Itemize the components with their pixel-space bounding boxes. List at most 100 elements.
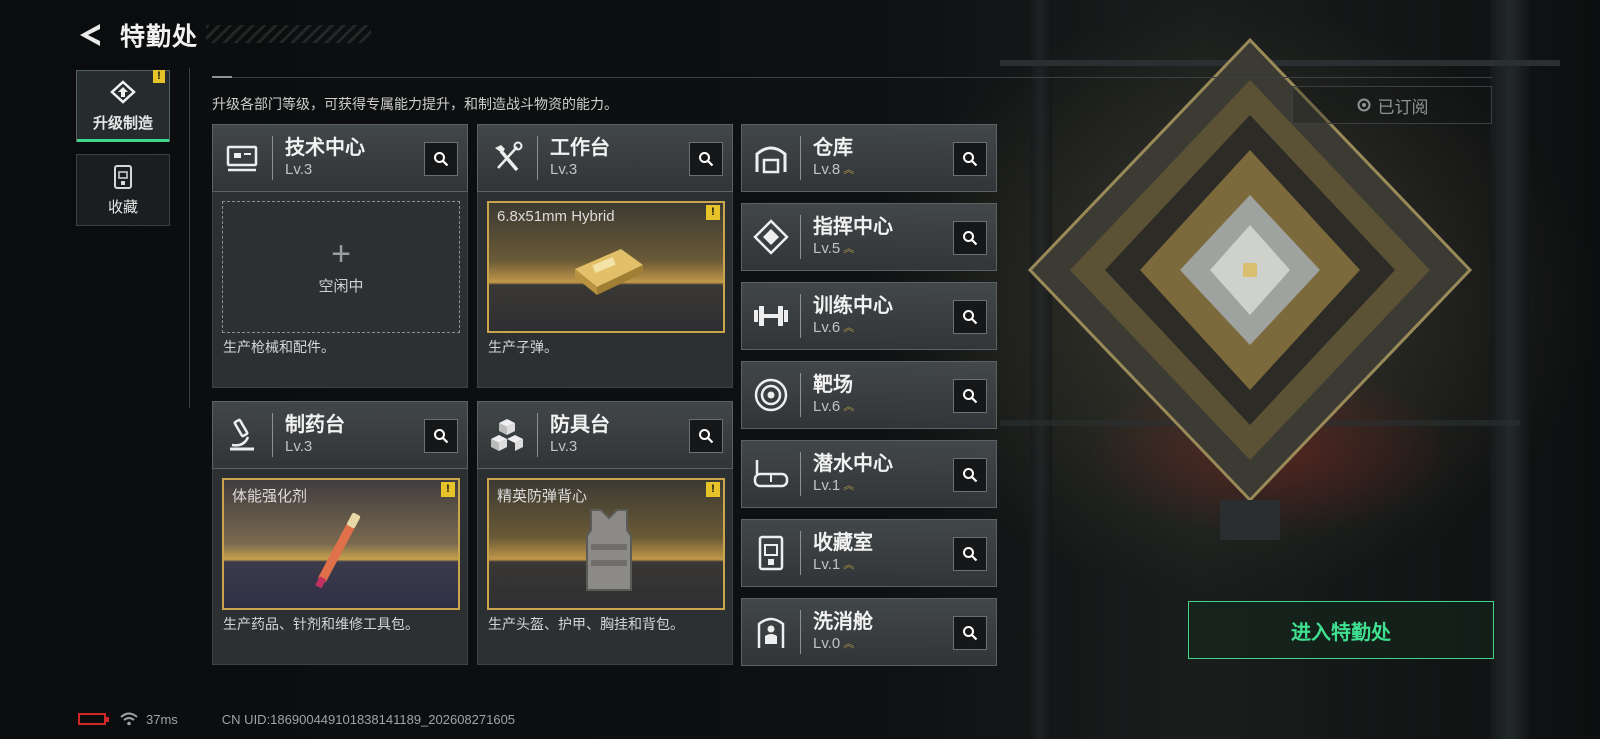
production-slot[interactable]: 6.8x51mm Hybrid ! xyxy=(487,201,725,333)
facility-name: 仓库 xyxy=(813,137,853,159)
command-icon xyxy=(753,219,789,255)
upgrade-icon xyxy=(110,79,136,104)
facility-name: 靶场 xyxy=(813,374,853,396)
facility-decon-chamber[interactable]: 洗消舱 Lv.0 ︽ xyxy=(741,598,997,666)
search-button[interactable] xyxy=(424,419,458,453)
facility-level: Lv.5 xyxy=(813,240,841,257)
search-icon xyxy=(963,547,978,562)
facility-level: Lv.6 xyxy=(813,319,841,336)
ping-value: 37ms xyxy=(146,711,178,727)
facility-name: 训练中心 xyxy=(813,295,893,317)
workshop-body: 6.8x51mm Hybrid ! 生产子弹。 xyxy=(477,192,733,388)
battery-icon xyxy=(78,713,109,725)
page-description: 升级各部门等级，可获得专属能力提升，和制造战斗物资的能力。 xyxy=(212,96,618,112)
alert-badge: ! xyxy=(706,205,720,220)
workshop-description: 生产枪械和配件。 xyxy=(223,339,335,355)
facility-collection-room[interactable]: 收藏室 Lv.1 ︽ xyxy=(741,519,997,587)
workshop-workbench: 工作台 Lv.3 6.8x51mm Hybrid ! 生产子弹。 xyxy=(477,124,733,388)
workshop-header[interactable]: 技术中心 Lv.3 xyxy=(212,124,468,192)
collection-icon xyxy=(758,535,784,571)
decon-icon xyxy=(757,617,785,648)
workshop-description: 生产子弹。 xyxy=(488,339,558,355)
workshop-pharmacy: 制药台 Lv.3 体能强化剂 ! 生产药品、针剂和维修工具包。 xyxy=(212,401,468,665)
facility-warehouse[interactable]: 仓库 Lv.8 ︽ xyxy=(741,124,997,192)
back-arrow-icon[interactable] xyxy=(78,22,104,48)
workshop-header[interactable]: 工作台 Lv.3 xyxy=(477,124,733,192)
tab-upgrade-craft[interactable]: 升级制造 ! xyxy=(76,70,170,142)
production-slot[interactable]: 精英防弹背心 ! xyxy=(487,478,725,610)
microscope-icon xyxy=(230,418,254,451)
facility-name: 洗消舱 xyxy=(813,611,873,633)
wifi-icon xyxy=(120,712,138,726)
warehouse-icon xyxy=(755,146,787,174)
workshop-level: Lv.3 xyxy=(550,438,578,455)
facility-name: 潜水中心 xyxy=(813,453,893,475)
tab-label: 升级制造 xyxy=(92,114,153,132)
idle-production-slot[interactable]: + 空闲中 xyxy=(222,201,460,333)
tab-label: 收藏 xyxy=(107,198,138,216)
facility-level: Lv.8 xyxy=(813,161,841,178)
search-button[interactable] xyxy=(953,616,987,650)
target-icon xyxy=(754,378,788,412)
facility-name: 指挥中心 xyxy=(813,216,893,238)
enter-special-ops-button[interactable]: 进入特勤处 xyxy=(1188,601,1494,659)
workshop-tech-center: 技术中心 Lv.3 + 空闲中 生产枪械和配件。 xyxy=(212,124,468,388)
product-name: 精英防弹背心 xyxy=(497,488,588,505)
diving-mask-icon xyxy=(753,460,789,488)
search-icon xyxy=(699,429,714,444)
facility-level: Lv.1 xyxy=(813,556,841,573)
workshop-level: Lv.3 xyxy=(285,438,313,455)
armor-vest-icon xyxy=(586,509,632,591)
search-icon xyxy=(963,468,978,483)
search-button[interactable] xyxy=(953,142,987,176)
facility-command-center[interactable]: 指挥中心 Lv.5 ︽ xyxy=(741,203,997,271)
settings-icon xyxy=(1357,98,1370,112)
title-decoration xyxy=(206,25,371,43)
workshop-header[interactable]: 防具台 Lv.3 xyxy=(477,401,733,469)
workshop-name: 技术中心 xyxy=(285,137,365,159)
search-button[interactable] xyxy=(689,142,723,176)
upgrade-arrow-icon: ︽ xyxy=(843,638,854,650)
search-button[interactable] xyxy=(953,221,987,255)
workshop-header[interactable]: 制药台 Lv.3 xyxy=(212,401,468,469)
workshop-name: 防具台 xyxy=(550,414,610,436)
ammo-box-icon xyxy=(575,249,643,295)
search-icon xyxy=(963,389,978,404)
status-bar: 37ms CN UID:1869004491018381​41189_20260… xyxy=(78,709,515,729)
search-button[interactable] xyxy=(953,300,987,334)
workshop-body: 精英防弹背心 ! 生产头盔、护甲、胸挂和背包。 xyxy=(477,469,733,665)
workshop-armor: 防具台 Lv.3 精英防弹背心 ! 生产头盔、护甲、胸挂和背包。 xyxy=(477,401,733,665)
search-icon xyxy=(434,152,449,167)
search-icon xyxy=(963,152,978,167)
production-slot[interactable]: 体能强化剂 ! xyxy=(222,478,460,610)
blocks-icon xyxy=(491,419,523,451)
monitor-icon xyxy=(226,145,258,172)
search-button[interactable] xyxy=(953,537,987,571)
search-button[interactable] xyxy=(953,458,987,492)
workshop-name: 制药台 xyxy=(285,414,345,436)
facility-name: 收藏室 xyxy=(813,532,873,554)
search-button[interactable] xyxy=(689,419,723,453)
workshop-description: 生产药品、针剂和维修工具包。 xyxy=(223,616,419,632)
upgrade-arrow-icon: ︽ xyxy=(843,559,854,571)
upgrade-arrow-icon: ︽ xyxy=(843,322,854,334)
upgrade-arrow-icon: ︽ xyxy=(843,480,854,492)
search-button[interactable] xyxy=(953,379,987,413)
plus-icon: + xyxy=(331,234,351,273)
facility-training-center[interactable]: 训练中心 Lv.6 ︽ xyxy=(741,282,997,350)
workshop-description: 生产头盔、护甲、胸挂和背包。 xyxy=(488,616,684,632)
upgrade-arrow-icon: ︽ xyxy=(843,243,854,255)
facility-shooting-range[interactable]: 靶场 Lv.6 ︽ xyxy=(741,361,997,429)
alert-badge: ! xyxy=(153,70,165,83)
facility-diving-center[interactable]: 潜水中心 Lv.1 ︽ xyxy=(741,440,997,508)
syringe-icon xyxy=(315,512,361,589)
upgrade-arrow-icon: ︽ xyxy=(843,401,854,413)
idle-status: 空闲中 xyxy=(318,277,364,295)
search-button[interactable] xyxy=(424,142,458,176)
workshop-body: + 空闲中 生产枪械和配件。 xyxy=(212,192,468,388)
page-title: 特勤处 xyxy=(120,23,199,51)
tab-collection[interactable]: 收藏 xyxy=(76,154,170,226)
search-icon xyxy=(434,429,449,444)
workshop-level: Lv.3 xyxy=(285,161,313,178)
collection-icon xyxy=(114,164,132,189)
